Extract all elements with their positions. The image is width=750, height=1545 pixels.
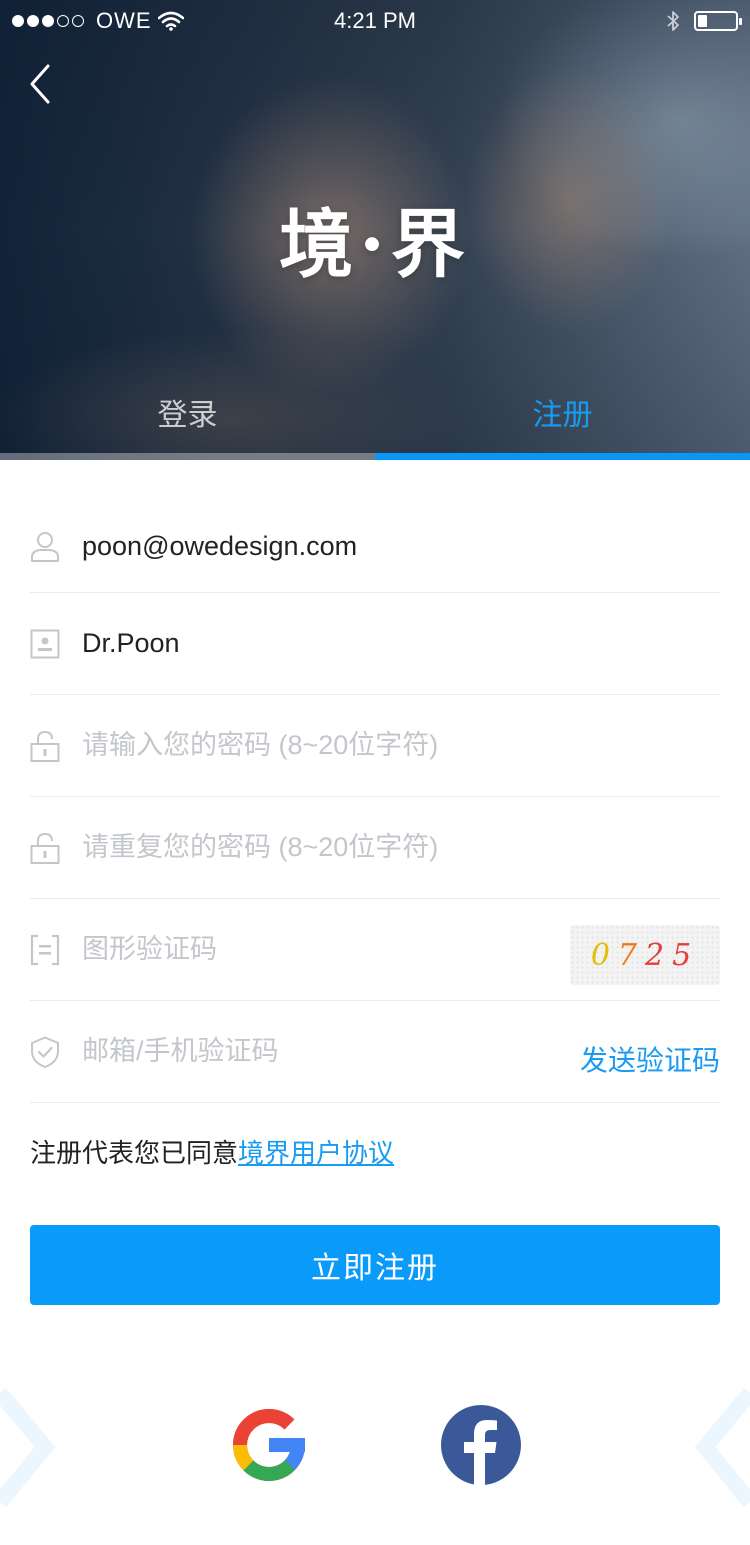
status-time: 4:21 PM	[334, 8, 416, 33]
register-form: 0 7 2 5 发送验证码	[30, 500, 720, 1103]
captcha-digit: 7	[617, 937, 645, 973]
bluetooth-icon	[667, 11, 679, 31]
google-icon	[233, 1409, 305, 1481]
back-button[interactable]	[22, 62, 62, 106]
email-row	[30, 500, 720, 593]
captcha-input[interactable]	[82, 919, 542, 980]
tab-login[interactable]: 登录	[0, 390, 375, 434]
verification-code-input[interactable]	[82, 1021, 542, 1082]
id-card-icon	[30, 628, 60, 660]
verification-row: 发送验证码	[30, 1001, 720, 1103]
battery-icon	[694, 11, 742, 31]
tab-register[interactable]: 注册	[375, 390, 750, 434]
password-confirm-row	[30, 797, 720, 899]
status-right	[666, 9, 742, 33]
shield-check-icon	[30, 1036, 60, 1068]
hero-header: OWE 4:21 PM 境·界 登录 注册	[0, 0, 750, 460]
facebook-login-button[interactable]	[441, 1405, 521, 1485]
agreement-prefix: 注册代表您已同意	[30, 1138, 239, 1168]
captcha-digit: 5	[672, 937, 700, 973]
google-login-button[interactable]	[229, 1405, 309, 1485]
battery-level	[698, 15, 707, 27]
captcha-digit: 0	[590, 937, 618, 973]
decorative-chevron-left-icon	[0, 1387, 56, 1508]
agreement-text: 注册代表您已同意境界用户协议	[30, 1133, 394, 1170]
password-row	[30, 695, 720, 797]
captcha-digit: 2	[645, 937, 673, 973]
captcha-image[interactable]: 0 7 2 5	[570, 925, 720, 985]
user-icon	[30, 530, 60, 562]
decorative-chevron-right-icon	[694, 1387, 750, 1508]
facebook-icon	[441, 1405, 521, 1485]
nickname-row	[30, 593, 720, 695]
email-field[interactable]	[82, 516, 720, 576]
send-code-button[interactable]: 发送验证码	[580, 1039, 720, 1079]
lock-icon	[30, 832, 60, 864]
captcha-icon	[30, 934, 60, 966]
lock-icon	[30, 730, 60, 762]
nickname-field[interactable]	[82, 613, 720, 674]
password-confirm-field[interactable]	[82, 817, 720, 878]
tab-active-indicator	[375, 453, 750, 460]
user-agreement-link[interactable]: 境界用户协议	[238, 1138, 394, 1168]
status-bar: OWE 4:21 PM	[0, 0, 750, 40]
password-field[interactable]	[82, 715, 720, 776]
chevron-left-icon	[30, 64, 50, 104]
register-button[interactable]: 立即注册	[30, 1225, 720, 1305]
captcha-row: 0 7 2 5	[30, 899, 720, 1001]
app-logo: 境·界	[279, 202, 471, 288]
